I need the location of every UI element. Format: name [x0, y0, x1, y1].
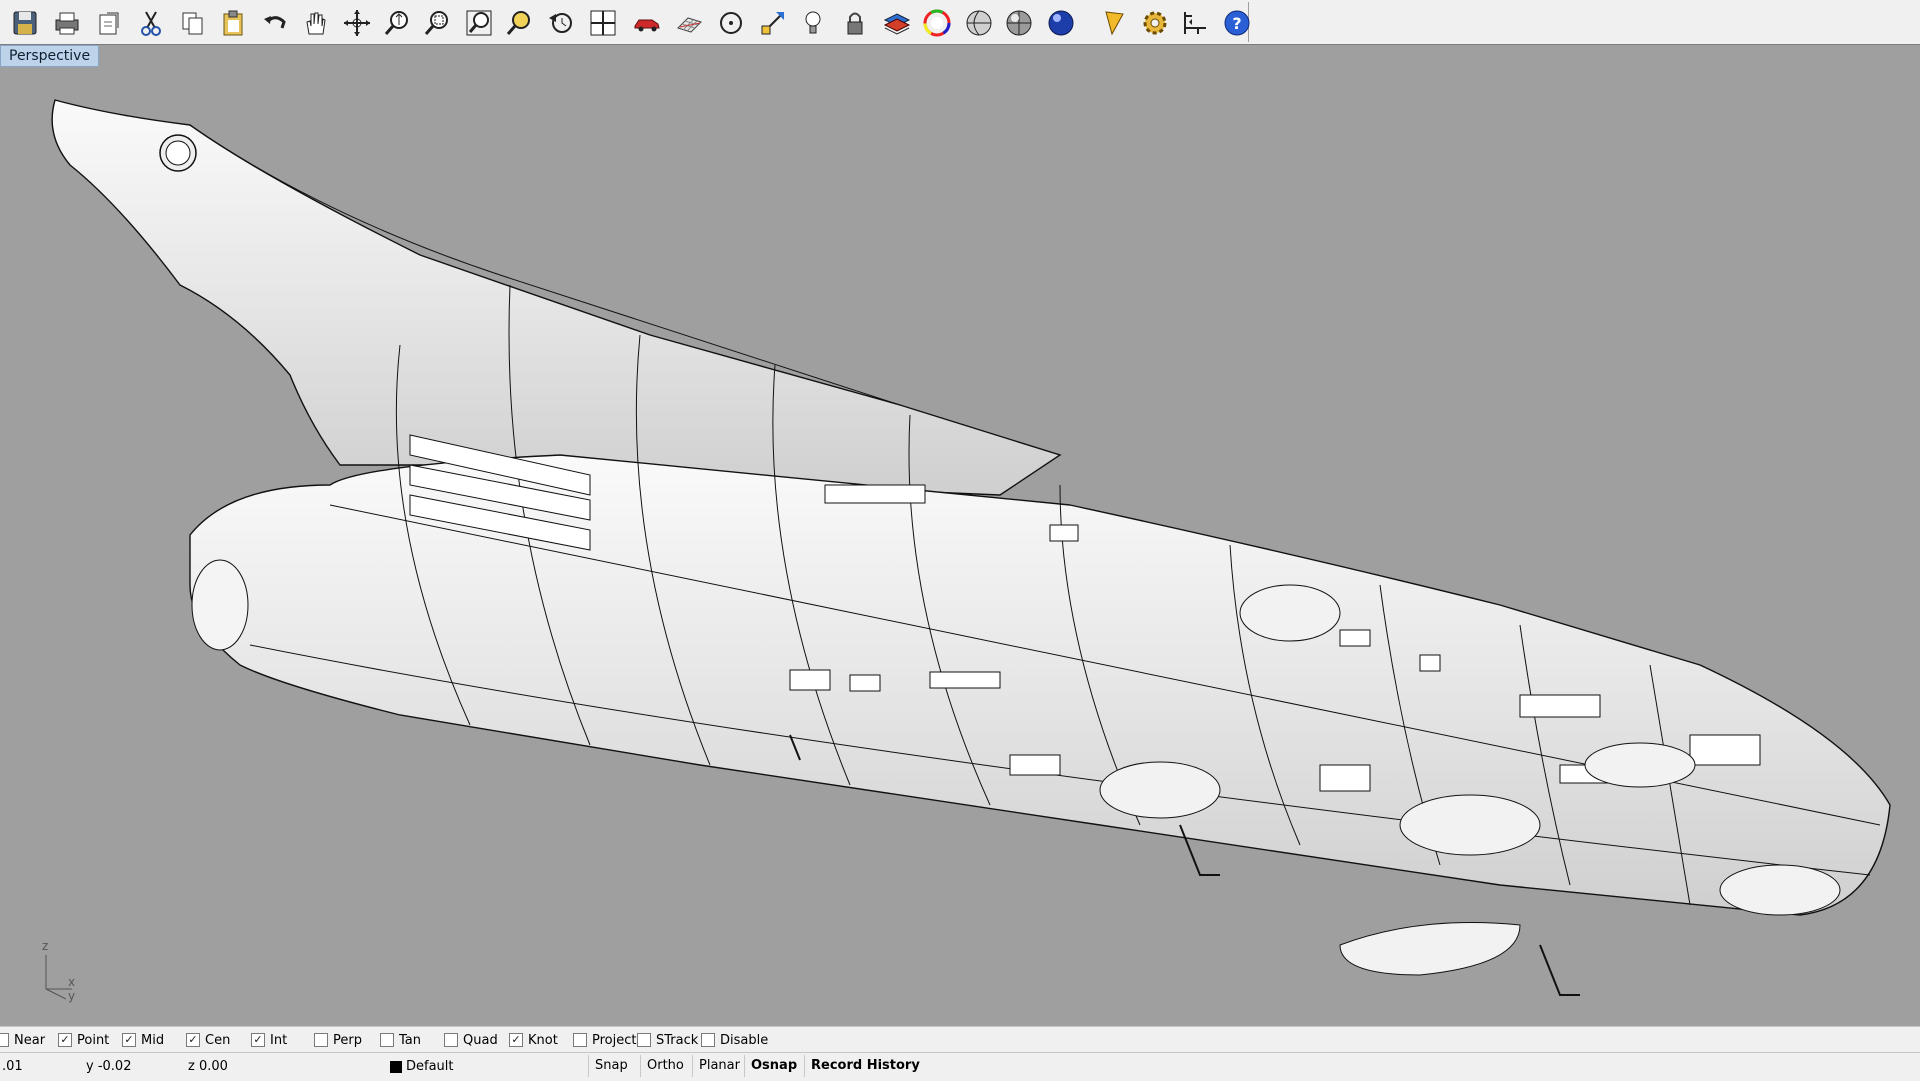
- coord-y: y -0.02: [86, 1059, 132, 1074]
- undo-view-icon[interactable]: [544, 6, 578, 40]
- osnap-mid-checkbox[interactable]: ✓: [122, 1033, 136, 1047]
- wireframe-sphere-icon[interactable]: [962, 6, 996, 40]
- status-bar: .01 y -0.02 z 0.00 Default Snap Ortho Pl…: [0, 1052, 1920, 1081]
- osnap-cen-label: Cen: [205, 1032, 231, 1048]
- osnap-strack-label: STrack: [656, 1032, 699, 1048]
- osnap-near-label: Near: [14, 1032, 46, 1048]
- snap-pane[interactable]: Snap: [588, 1055, 634, 1077]
- osnap-disable[interactable]: Disable: [701, 1032, 768, 1048]
- color-wheel-icon[interactable]: [920, 6, 954, 40]
- flag-icon[interactable]: [1096, 6, 1130, 40]
- osnap-cen-checkbox[interactable]: ✓: [186, 1033, 200, 1047]
- zoom-window-icon[interactable]: [420, 6, 454, 40]
- current-layer[interactable]: Default: [390, 1059, 454, 1074]
- world-axes-indicator: z x y: [36, 939, 86, 1005]
- osnap-perp-checkbox[interactable]: [314, 1033, 328, 1047]
- undo-icon[interactable]: [258, 6, 292, 40]
- osnap-quad[interactable]: Quad: [444, 1032, 498, 1048]
- print-icon[interactable]: [50, 6, 84, 40]
- lock-icon[interactable]: [838, 6, 872, 40]
- spaceship-wireframe-model[interactable]: [0, 45, 1920, 1027]
- layer-icon[interactable]: [880, 6, 914, 40]
- record-history-pane[interactable]: Record History: [804, 1055, 926, 1077]
- cut-icon[interactable]: [134, 6, 168, 40]
- svg-text:?: ?: [1232, 14, 1241, 33]
- paste-icon[interactable]: [216, 6, 250, 40]
- osnap-point-checkbox[interactable]: ✓: [58, 1033, 72, 1047]
- car-icon[interactable]: [630, 6, 664, 40]
- rotate-view-icon[interactable]: [340, 6, 374, 40]
- standard-toolbar: ?: [0, 0, 1920, 45]
- circle-icon[interactable]: [714, 6, 748, 40]
- osnap-disable-label: Disable: [720, 1032, 769, 1048]
- zoom-dynamic-icon[interactable]: [380, 6, 414, 40]
- osnap-near[interactable]: Near: [0, 1032, 45, 1048]
- axis-x-label: x: [68, 975, 76, 989]
- osnap-strack[interactable]: STrack: [637, 1032, 698, 1048]
- osnap-knot[interactable]: ✓ Knot: [509, 1032, 558, 1048]
- copy-icon[interactable]: [176, 6, 210, 40]
- osnap-disable-checkbox[interactable]: [701, 1033, 715, 1047]
- ortho-pane[interactable]: Ortho: [640, 1055, 690, 1077]
- osnap-bar: Near ✓ Point ✓ Mid ✓ Cen ✓ Int Perp Tan Quad…: [0, 1026, 1920, 1053]
- osnap-project-checkbox[interactable]: [573, 1033, 587, 1047]
- osnap-quad-label: Quad: [463, 1032, 498, 1048]
- osnap-int[interactable]: ✓ Int: [251, 1032, 287, 1048]
- layer-color-swatch: [390, 1060, 402, 1073]
- transform-icon[interactable]: [756, 6, 790, 40]
- perspective-viewport[interactable]: Perspective z x y: [0, 44, 1920, 1027]
- coord-x: .01: [2, 1059, 23, 1074]
- osnap-tan-checkbox[interactable]: [380, 1033, 394, 1047]
- help-icon[interactable]: ?: [1220, 6, 1254, 40]
- copy-clipboard-icon[interactable]: [92, 6, 126, 40]
- grid-icon[interactable]: [672, 6, 706, 40]
- osnap-point[interactable]: ✓ Point: [58, 1032, 109, 1048]
- pan-hand-icon[interactable]: [298, 6, 332, 40]
- osnap-near-checkbox[interactable]: [0, 1033, 9, 1047]
- osnap-pane[interactable]: Osnap: [744, 1055, 803, 1077]
- osnap-knot-checkbox[interactable]: ✓: [509, 1033, 523, 1047]
- rendered-sphere-icon[interactable]: [1044, 6, 1078, 40]
- toolbar-button-group: ?: [0, 2, 1250, 42]
- current-layer-label: Default: [406, 1059, 454, 1074]
- planar-pane[interactable]: Planar: [692, 1055, 746, 1077]
- coord-z: z 0.00: [188, 1059, 228, 1074]
- axis-y-label: y: [68, 989, 76, 1003]
- four-viewports-icon[interactable]: [586, 6, 620, 40]
- shaded-sphere-icon[interactable]: [1002, 6, 1036, 40]
- osnap-quad-checkbox[interactable]: [444, 1033, 458, 1047]
- zoom-selected-icon[interactable]: [502, 6, 536, 40]
- osnap-perp[interactable]: Perp: [314, 1032, 362, 1048]
- osnap-cen[interactable]: ✓ Cen: [186, 1032, 230, 1048]
- osnap-mid[interactable]: ✓ Mid: [122, 1032, 164, 1048]
- osnap-int-checkbox[interactable]: ✓: [251, 1033, 265, 1047]
- save-icon[interactable]: [8, 6, 42, 40]
- osnap-mid-label: Mid: [141, 1032, 165, 1048]
- osnap-int-label: Int: [270, 1032, 288, 1048]
- osnap-tan-label: Tan: [399, 1032, 421, 1048]
- osnap-knot-label: Knot: [528, 1032, 558, 1048]
- gear-icon[interactable]: [1138, 6, 1172, 40]
- axis-z-label: z: [42, 939, 49, 953]
- osnap-project[interactable]: Project: [573, 1032, 636, 1048]
- osnap-tan[interactable]: Tan: [380, 1032, 421, 1048]
- osnap-perp-label: Perp: [333, 1032, 362, 1048]
- osnap-project-label: Project: [592, 1032, 637, 1048]
- osnap-point-label: Point: [77, 1032, 110, 1048]
- dimension-icon[interactable]: [1178, 6, 1212, 40]
- zoom-extents-icon[interactable]: [462, 6, 496, 40]
- osnap-strack-checkbox[interactable]: [637, 1033, 651, 1047]
- light-bulb-icon[interactable]: [796, 6, 830, 40]
